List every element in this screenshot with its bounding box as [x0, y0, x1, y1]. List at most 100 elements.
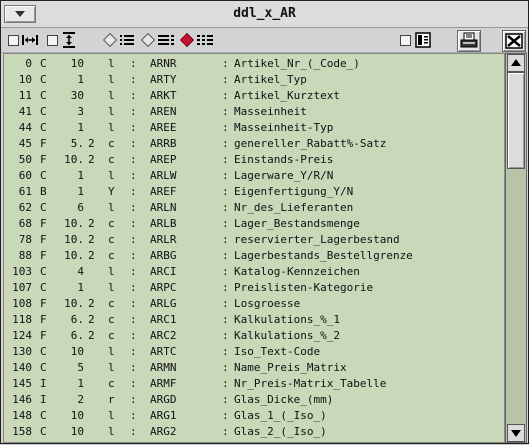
- cell-offset: 68: [18, 217, 32, 230]
- separator: :: [130, 233, 137, 246]
- separator: :: [222, 313, 229, 326]
- cell-offset: 0: [25, 57, 32, 70]
- cell-offset: 158: [12, 425, 32, 438]
- checkbox-icon[interactable]: [400, 34, 411, 46]
- cell-len: 6: [77, 201, 84, 214]
- table-row[interactable]: 11 C 30 l: ARKT: Artikel_Kurztext: [4, 88, 502, 104]
- title-bar[interactable]: ddl_x_AR: [1, 1, 528, 28]
- cell-desc: Lagerbestands_Bestellgrenze: [234, 249, 413, 262]
- table-row[interactable]: 44 C 1 l: AREE: Masseinheit-Typ: [4, 120, 502, 136]
- cell-offset: 108: [12, 297, 32, 310]
- cell-flag: l: [108, 409, 115, 422]
- cell-desc: Preislisten-Kategorie: [234, 281, 374, 294]
- cell-desc: Eigenfertigung_Y/N: [234, 185, 354, 198]
- separator: :: [222, 137, 229, 150]
- toolbar: [1, 28, 528, 53]
- cell-key: AREF: [150, 185, 177, 198]
- cell-key: ARG2: [150, 425, 177, 438]
- cell-type: C: [40, 425, 47, 438]
- table-row[interactable]: 0 C 10 l: ARNR: Artikel_Nr_(_Code_): [4, 56, 502, 72]
- cell-desc: Artikel_Typ: [234, 73, 307, 86]
- toggle-panel[interactable]: [400, 31, 431, 49]
- cell-len: 1: [77, 169, 84, 182]
- separator: :: [130, 217, 137, 230]
- table-row[interactable]: 61 B 1 Y: AREF: Eigenfertigung_Y/N: [4, 184, 502, 200]
- cell-key: AREN: [150, 105, 177, 118]
- cell-flag: l: [108, 57, 115, 70]
- table-row[interactable]: 78 F 10. 2 c: ARLR: reservierter_Lagerbestand: [4, 232, 502, 248]
- vertical-scrollbar[interactable]: [505, 53, 527, 443]
- view-list-2[interactable]: [140, 31, 175, 49]
- table-row[interactable]: 103 C 4 l: ARCI: Katalog-Kennzeichen: [4, 264, 502, 280]
- cell-desc: Nr_des_Lieferanten: [234, 201, 354, 214]
- table-row[interactable]: 107 C 1 l: ARPC: Preislisten-Kategorie: [4, 280, 502, 296]
- field-list[interactable]: 0 C 10 l: ARNR: Artikel_Nr_(_Code_) 10 C 1 l: ARTY…: [3, 53, 505, 443]
- table-row[interactable]: 148 C 10 l: ARG1: Glas_1_(_Iso_): [4, 408, 502, 424]
- table-row[interactable]: 41 C 3 l: AREN: Masseinheit: [4, 104, 502, 120]
- cell-type: F: [40, 297, 47, 310]
- separator: :: [130, 73, 137, 86]
- separator: :: [130, 281, 137, 294]
- table-row[interactable]: 88 F 10. 2 c: ARBG: Lagerbestands_Bestellgrenz…: [4, 248, 502, 264]
- table-row[interactable]: 108 F 10. 2 c: ARLG: Losgroesse: [4, 296, 502, 312]
- separator: :: [130, 249, 137, 262]
- diamond-icon[interactable]: [102, 32, 118, 48]
- table-row[interactable]: 130 C 10 l: ARTC: Iso_Text-Code: [4, 344, 502, 360]
- width-arrows-icon: [22, 35, 38, 45]
- separator: :: [222, 233, 229, 246]
- table-row[interactable]: 124 F 6. 2 c: ARC2: Kalkulations_%_2: [4, 328, 502, 344]
- table-row[interactable]: 140 C 5 l: ARMN: Name_Preis_Matrix: [4, 360, 502, 376]
- separator: :: [222, 329, 229, 342]
- cell-offset: 62: [18, 201, 32, 214]
- separator: :: [222, 57, 229, 70]
- cell-offset: 60: [18, 169, 32, 182]
- red-diamond-icon[interactable]: [179, 32, 195, 48]
- cell-len: 10: [70, 425, 84, 438]
- cell-offset: 146: [12, 393, 32, 406]
- separator: :: [130, 105, 137, 118]
- cell-offset: 41: [18, 105, 32, 118]
- scroll-down-arrow[interactable]: [507, 424, 525, 442]
- table-row[interactable]: 62 C 6 l: ARLN: Nr_des_Lieferanten: [4, 200, 502, 216]
- table-row[interactable]: 118 F 6. 2 c: ARC1: Kalkulations_%_1: [4, 312, 502, 328]
- scroll-up-arrow[interactable]: [507, 54, 525, 72]
- cell-flag: c: [108, 377, 115, 390]
- cell-flag: l: [108, 121, 115, 134]
- cell-flag: c: [108, 233, 115, 246]
- separator: :: [130, 89, 137, 102]
- separator: :: [222, 249, 229, 262]
- separator: :: [130, 297, 137, 310]
- table-row[interactable]: 146 I 2 r: ARGD: Glas_Dicke_(mm): [4, 392, 502, 408]
- view-grid[interactable]: [179, 31, 214, 49]
- table-row[interactable]: 158 C 10 l: ARG2: Glas_2_(_Iso_): [4, 424, 502, 440]
- scrollbar-thumb[interactable]: [507, 72, 525, 169]
- table-row[interactable]: 50 F 10. 2 c: AREP: Einstands-Preis: [4, 152, 502, 168]
- cell-len: 6.: [70, 313, 84, 326]
- cell-len: 10: [70, 57, 84, 70]
- diamond-icon[interactable]: [140, 32, 156, 48]
- separator: :: [222, 377, 229, 390]
- table-row[interactable]: 145 I 1 c: ARMF: Nr_Preis-Matrix_Tabelle: [4, 376, 502, 392]
- cell-desc: Artikel_Nr_(_Code_): [234, 57, 360, 70]
- cell-desc: genereller_Rabatt%-Satz: [234, 137, 387, 150]
- checkbox-icon[interactable]: [8, 34, 19, 46]
- table-row[interactable]: 10 C 1 l: ARTY: Artikel_Typ: [4, 72, 502, 88]
- toggle-height[interactable]: [47, 31, 76, 49]
- table-row[interactable]: 60 C 1 l: ARLW: Lagerware_Y/R/N: [4, 168, 502, 184]
- cell-flag: l: [108, 361, 115, 374]
- view-list-1[interactable]: [102, 31, 135, 49]
- table-row[interactable]: 68 F 10. 2 c: ARLB: Lager_Bestandsmenge: [4, 216, 502, 232]
- print-button[interactable]: [457, 30, 481, 52]
- arrow-down-icon: [511, 430, 521, 437]
- cell-desc: Lagerware_Y/R/N: [234, 169, 334, 182]
- cell-key: ARC1: [150, 313, 177, 326]
- toggle-width[interactable]: [8, 31, 38, 49]
- cell-offset: 45: [18, 137, 32, 150]
- cell-desc: Glas_Dicke_(mm): [234, 393, 334, 406]
- separator: :: [222, 153, 229, 166]
- checkbox-icon[interactable]: [47, 34, 58, 46]
- close-button[interactable]: [502, 30, 526, 52]
- cell-type: C: [40, 201, 47, 214]
- separator: :: [222, 105, 229, 118]
- table-row[interactable]: 45 F 5. 2 c: ARRB: genereller_Rabatt%-Satz: [4, 136, 502, 152]
